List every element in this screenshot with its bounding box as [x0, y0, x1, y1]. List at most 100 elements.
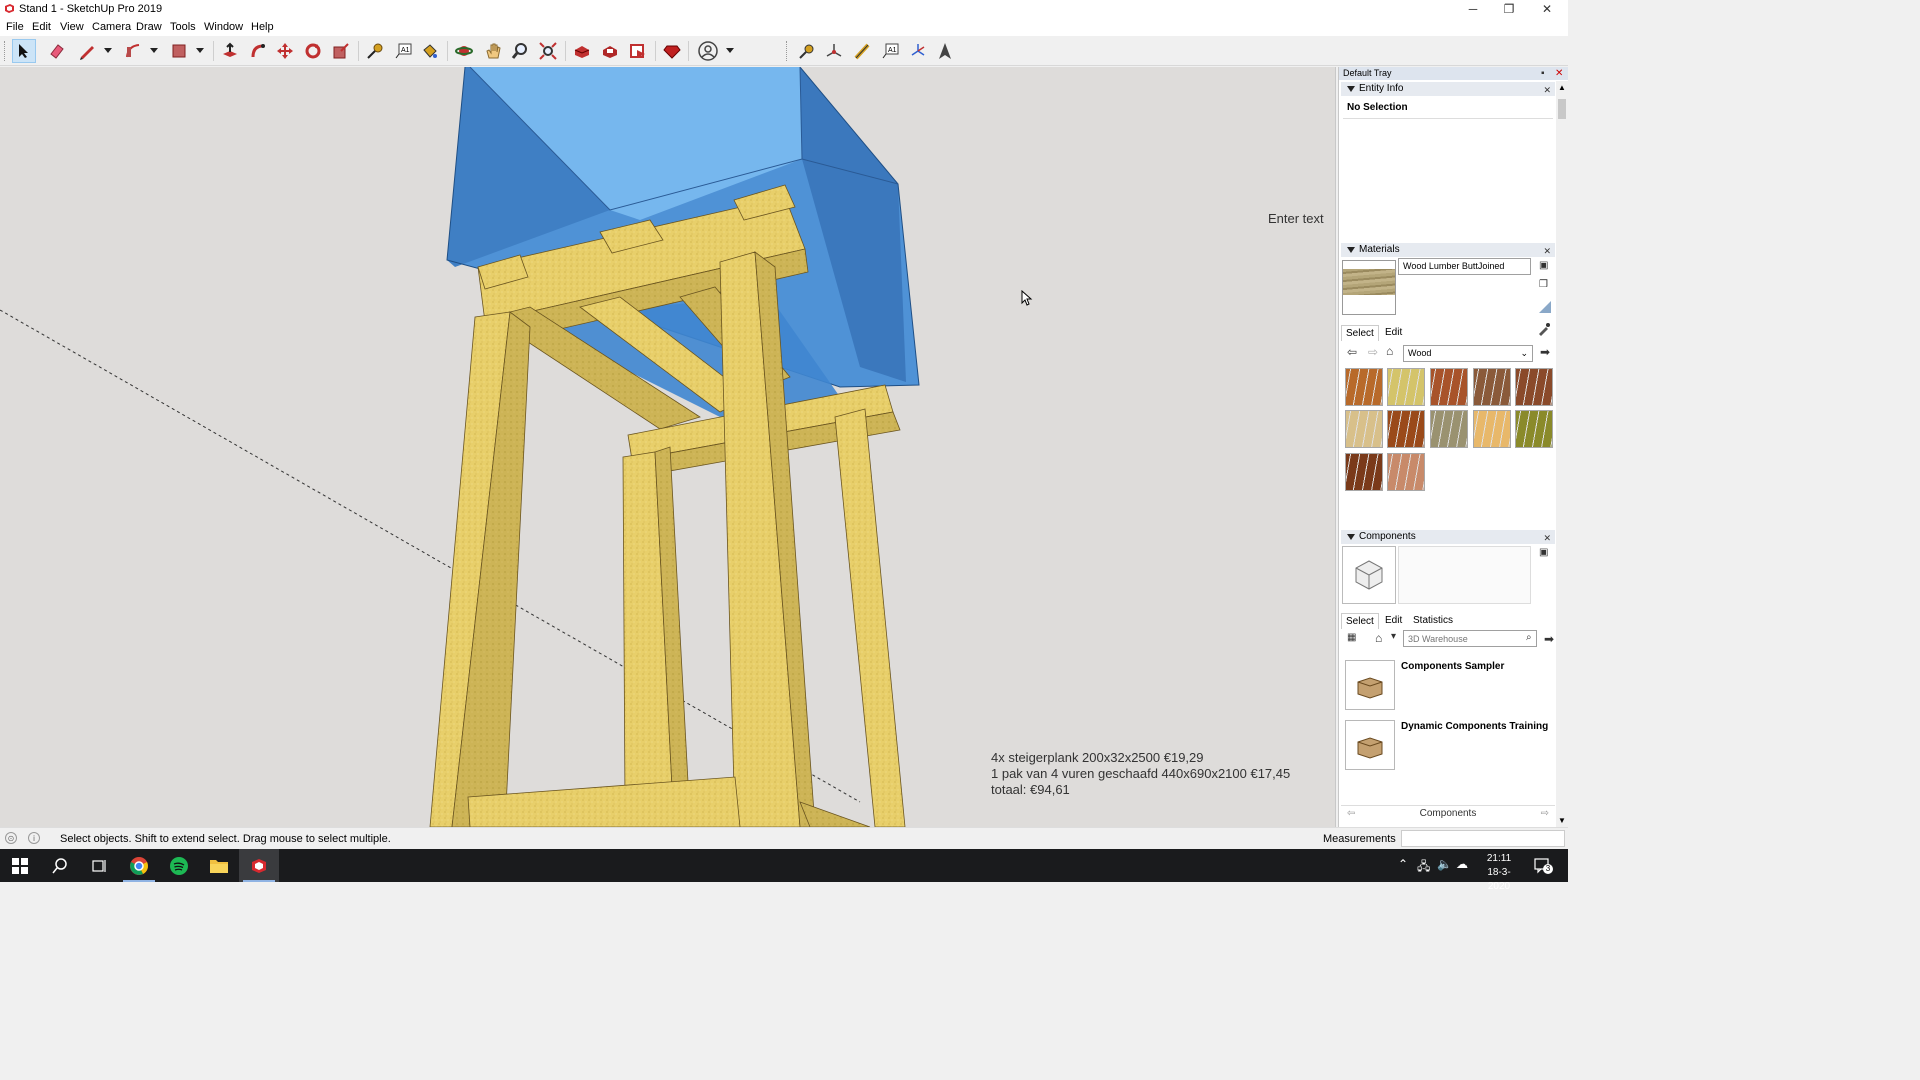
walk-icon[interactable] [933, 39, 957, 63]
3d-model-scene[interactable] [0, 67, 1336, 827]
material-swatch[interactable] [1345, 410, 1383, 448]
create-material-icon[interactable]: ▣ [1539, 260, 1548, 271]
material-preview[interactable] [1342, 260, 1396, 315]
details-arrow-icon[interactable]: ➡ [1544, 632, 1554, 646]
tab-select[interactable]: Select [1341, 613, 1379, 629]
move-icon[interactable] [273, 39, 297, 63]
component-search-input[interactable] [1403, 630, 1537, 647]
rectangle-dropdown[interactable] [196, 48, 204, 53]
scale-icon[interactable] [329, 39, 353, 63]
close-icon[interactable]: ✕ [1543, 83, 1551, 97]
model-viewport[interactable]: Enter text 4x steigerplank 200x32x2500 €… [0, 67, 1336, 827]
close-button[interactable]: ✕ [1529, 0, 1565, 18]
warehouse-icon[interactable] [570, 39, 594, 63]
material-swatch[interactable] [1473, 410, 1511, 448]
layout-icon[interactable] [626, 39, 650, 63]
component-collection[interactable]: Components Sampler [1401, 661, 1504, 672]
eyedropper-icon[interactable] [1537, 322, 1551, 336]
geo-location-icon[interactable]: ⊙ [5, 832, 17, 844]
account-icon[interactable] [696, 39, 720, 63]
material-swatch[interactable] [1387, 453, 1425, 491]
spotify-icon[interactable] [159, 849, 199, 882]
minimize-button[interactable]: ─ [1455, 0, 1491, 18]
zoom-extents-icon[interactable] [536, 39, 560, 63]
sketchup-icon[interactable] [239, 849, 279, 882]
onedrive-icon[interactable]: ☁ [1456, 857, 1468, 871]
select-icon[interactable] [12, 39, 36, 63]
orbit-icon[interactable] [452, 39, 476, 63]
pencil-dropdown[interactable] [104, 48, 112, 53]
menu-view[interactable]: View [60, 21, 84, 33]
tape-measure-icon[interactable] [363, 39, 387, 63]
menu-help[interactable]: Help [251, 21, 274, 33]
material-swatch[interactable] [1345, 453, 1383, 491]
rectangle-icon[interactable] [167, 39, 191, 63]
eraser-icon[interactable] [45, 39, 69, 63]
tab-edit[interactable]: Edit [1381, 613, 1406, 628]
search-icon[interactable]: ⌕ [1526, 632, 1532, 643]
placeholder-text-label[interactable]: Enter text [1268, 211, 1324, 226]
component-collection[interactable]: Dynamic Components Training [1401, 721, 1548, 732]
ruby-icon[interactable] [660, 39, 684, 63]
3d-text-icon[interactable]: A1 [879, 39, 903, 63]
menu-window[interactable]: Window [204, 21, 243, 33]
chevron-down-icon[interactable]: ▾ [1391, 631, 1396, 642]
arc-dropdown[interactable] [150, 48, 158, 53]
menu-file[interactable]: File [6, 21, 24, 33]
pan-icon[interactable] [481, 39, 505, 63]
scroll-up-icon[interactable]: ▲ [1558, 83, 1566, 92]
push-pull-icon[interactable] [218, 39, 242, 63]
material-swatch[interactable] [1515, 410, 1553, 448]
arc-icon[interactable] [121, 39, 145, 63]
create-component-icon[interactable]: ▣ [1539, 547, 1548, 558]
tab-statistics[interactable]: Statistics [1409, 613, 1457, 628]
material-swatch[interactable] [1515, 368, 1553, 406]
display-secondary-icon[interactable]: ❒ [1539, 279, 1548, 290]
home-icon[interactable]: ⌂ [1386, 344, 1393, 358]
tab-edit[interactable]: Edit [1381, 325, 1406, 340]
chevron-up-icon[interactable]: ⌃ [1398, 857, 1408, 871]
folder-icon[interactable] [1345, 720, 1395, 770]
material-swatch[interactable] [1430, 410, 1468, 448]
material-swatch[interactable] [1473, 368, 1511, 406]
menu-edit[interactable]: Edit [32, 21, 51, 33]
menu-draw[interactable]: Draw [136, 21, 162, 33]
close-icon[interactable]: ✕ [1543, 531, 1551, 545]
component-preview[interactable] [1342, 546, 1396, 604]
model-notes[interactable]: 4x steigerplank 200x32x2500 €19,29 1 pak… [991, 750, 1290, 798]
folder-icon[interactable] [1345, 660, 1395, 710]
restore-button[interactable]: ❐ [1491, 0, 1527, 18]
close-icon[interactable]: ✕ [1543, 244, 1551, 258]
tray-scrollbar[interactable]: ▲ ▼ [1556, 81, 1568, 827]
material-swatch[interactable] [1345, 368, 1383, 406]
materials-header[interactable]: Materials ✕ [1341, 243, 1555, 257]
component-name-field[interactable] [1398, 546, 1531, 604]
action-center-icon[interactable]: 3 [1533, 856, 1553, 874]
material-swatch[interactable] [1387, 368, 1425, 406]
forward-arrow-icon[interactable]: ⇨ [1541, 806, 1549, 822]
view-options-icon[interactable]: ▦ [1347, 632, 1356, 643]
menu-camera[interactable]: Camera [92, 21, 131, 33]
measurements-input[interactable] [1401, 830, 1565, 847]
components-header[interactable]: Components ✕ [1341, 530, 1555, 544]
scroll-down-icon[interactable]: ▼ [1558, 816, 1566, 825]
sample-paint-icon[interactable] [1537, 299, 1553, 315]
axes-icon[interactable] [822, 39, 846, 63]
network-icon[interactable]: 🖧 [1417, 857, 1430, 878]
paint-bucket-icon[interactable] [418, 39, 442, 63]
pin-icon[interactable]: ▪ [1541, 67, 1545, 80]
protractor-icon[interactable] [906, 39, 930, 63]
menu-tools[interactable]: Tools [170, 21, 196, 33]
follow-me-icon[interactable] [246, 39, 270, 63]
back-arrow-icon[interactable]: ⇦ [1347, 345, 1357, 359]
account-dropdown[interactable] [726, 48, 734, 53]
text-icon[interactable]: A1 [392, 39, 416, 63]
tab-select[interactable]: Select [1341, 325, 1379, 341]
material-swatch[interactable] [1387, 410, 1425, 448]
volume-icon[interactable]: 🔈 [1437, 857, 1452, 871]
dimensions-icon[interactable] [850, 39, 874, 63]
details-arrow-icon[interactable]: ➡ [1540, 345, 1550, 359]
search-icon[interactable] [40, 849, 80, 882]
pencil-line-icon[interactable] [75, 39, 99, 63]
back-arrow-icon[interactable]: ⇦ [1347, 806, 1355, 822]
